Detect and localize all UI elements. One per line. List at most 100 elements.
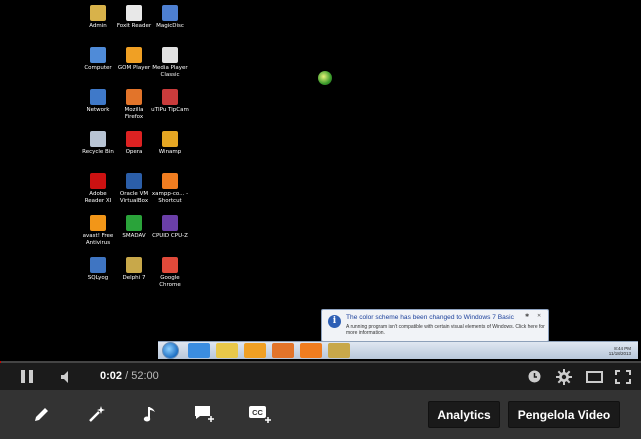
- enhancements-button[interactable]: [83, 401, 111, 427]
- video-manager-button[interactable]: Pengelola Video: [508, 401, 620, 428]
- desktop-icon-label: Network: [86, 107, 110, 113]
- progress-fill: [0, 361, 1, 363]
- captions-button[interactable]: CC: [246, 401, 274, 427]
- desktop-icon[interactable]: Foxit Reader: [115, 5, 153, 30]
- clock-icon: [528, 370, 540, 383]
- desktop-icon[interactable]: Network: [79, 89, 117, 114]
- video-frame[interactable]: Admin Foxit Reader MagicDisc Computer GOM Pl…: [0, 0, 641, 361]
- taskbar-app-internet-explorer[interactable]: [188, 343, 210, 358]
- desktop-icon-label: Winamp: [158, 149, 182, 155]
- close-icon[interactable]: ✕: [537, 313, 541, 319]
- app-icon: [126, 89, 142, 105]
- music-note-icon: [143, 407, 155, 422]
- taskbar-app-firefox[interactable]: [272, 343, 294, 358]
- info-icon: i: [328, 315, 341, 328]
- fullscreen-button[interactable]: [612, 363, 634, 390]
- edit-button[interactable]: [28, 401, 56, 427]
- taskbar-app-explorer[interactable]: [216, 343, 238, 358]
- pencil-icon: [35, 408, 48, 421]
- desktop-icon[interactable]: SQLyog: [79, 257, 117, 282]
- desktop-icon[interactable]: Admin: [79, 5, 117, 30]
- gear-icon: [556, 368, 572, 385]
- app-icon: [90, 47, 106, 63]
- desktop-icon-label: Admin: [89, 23, 107, 29]
- desktop-icon[interactable]: Winamp: [151, 131, 189, 156]
- desktop-icon-label: xampp-co... - Shortcut: [151, 191, 189, 204]
- desktop-icon-label: Oracle VM VirtualBox: [119, 191, 149, 204]
- theater-mode-button[interactable]: [583, 363, 605, 390]
- speech-bubble-plus-icon: [195, 406, 214, 422]
- app-icon: [162, 89, 178, 105]
- settings-icon[interactable]: ✱: [525, 313, 529, 319]
- desktop-icon-label: Computer: [84, 65, 112, 71]
- desktop-icon-label: uTIPu TipCam: [151, 107, 189, 113]
- desktop-icon-label: Adobe Reader XI: [84, 191, 112, 204]
- desktop-icon-label: CPUID CPU-Z: [152, 233, 188, 239]
- desktop-icon[interactable]: Computer: [79, 47, 117, 72]
- desktop-icon[interactable]: uTIPu TipCam: [151, 89, 189, 114]
- app-icon: [126, 257, 142, 273]
- desktop-icon-label: SMADAV: [122, 233, 146, 239]
- app-icon: [126, 173, 142, 189]
- pause-icon: [21, 370, 25, 383]
- desktop-icon[interactable]: SMADAV: [115, 215, 153, 240]
- start-button[interactable]: [162, 342, 179, 359]
- player-control-bar: 0:02 / 52:00: [0, 361, 641, 390]
- desktop-icon[interactable]: Opera: [115, 131, 153, 156]
- desktop-icon-label: Foxit Reader: [116, 23, 152, 29]
- svg-text:CC: CC: [252, 408, 263, 417]
- desktop-icon[interactable]: Recycle Bin: [79, 131, 117, 156]
- app-icon: [90, 89, 106, 105]
- taskbar-app-delphi[interactable]: [328, 343, 350, 358]
- desktop-icon[interactable]: GOM Player: [115, 47, 153, 72]
- desktop-icon[interactable]: Mozilla Firefox: [115, 89, 153, 120]
- desktop-icon[interactable]: xampp-co... - Shortcut: [151, 173, 189, 204]
- settings-button[interactable]: [553, 363, 575, 390]
- progress-bar[interactable]: [0, 361, 641, 363]
- app-icon: [90, 215, 106, 231]
- app-icon: [90, 257, 106, 273]
- busy-cursor-icon: [318, 71, 332, 85]
- desktop-icon[interactable]: Media Player Classic: [151, 47, 189, 78]
- pause-button[interactable]: [14, 363, 40, 390]
- desktop-icon-label: Opera: [125, 149, 143, 155]
- desktop-icon-label: avast! Free Antivirus: [82, 233, 114, 246]
- taskbar-clock[interactable]: 8:44 PM 11/18/2013: [609, 346, 631, 356]
- app-icon: [162, 5, 178, 21]
- taskbar-app-media-player[interactable]: [244, 343, 266, 358]
- desktop-icon[interactable]: Adobe Reader XI: [79, 173, 117, 204]
- cc-plus-icon: CC: [249, 406, 271, 423]
- app-icon: [90, 131, 106, 147]
- desktop-icon[interactable]: avast! Free Antivirus: [79, 215, 117, 246]
- analytics-button[interactable]: Analytics: [428, 401, 500, 428]
- desktop-screen: Admin Foxit Reader MagicDisc Computer GOM Pl…: [79, 0, 638, 361]
- desktop-icon-label: MagicDisc: [156, 23, 184, 29]
- desktop-icon-label: Media Player Classic: [152, 65, 188, 78]
- audio-button[interactable]: [136, 401, 164, 427]
- desktop-icon[interactable]: CPUID CPU-Z: [151, 215, 189, 240]
- duration: 52:00: [131, 370, 159, 382]
- desktop-icon[interactable]: Google Chrome: [151, 257, 189, 288]
- taskbar-app-xampp[interactable]: [300, 343, 322, 358]
- desktop-icon[interactable]: Oracle VM VirtualBox: [115, 173, 153, 204]
- taskbar: 8:44 PM 11/18/2013: [158, 341, 638, 359]
- app-icon: [162, 257, 178, 273]
- volume-button[interactable]: [56, 363, 78, 390]
- app-icon: [90, 5, 106, 21]
- app-icon: [126, 5, 142, 21]
- app-icon: [126, 215, 142, 231]
- watch-later-button[interactable]: [524, 363, 544, 390]
- desktop-icon-label: Mozilla Firefox: [124, 107, 144, 120]
- notification-balloon[interactable]: i The color scheme has been changed to W…: [321, 309, 549, 342]
- app-icon: [90, 173, 106, 189]
- app-icon: [162, 215, 178, 231]
- desktop-icon[interactable]: Delphi 7: [115, 257, 153, 282]
- annotations-button[interactable]: [191, 401, 219, 427]
- notification-title: The color scheme has been changed to Win…: [346, 314, 514, 321]
- app-icon: [162, 173, 178, 189]
- time-display: 0:02 / 52:00: [100, 370, 159, 382]
- notification-body: A running program isn't compatible with …: [346, 324, 545, 336]
- desktop-icon-label: GOM Player: [117, 65, 151, 71]
- desktop-icon-label: Delphi 7: [122, 275, 146, 281]
- desktop-icon[interactable]: MagicDisc: [151, 5, 189, 30]
